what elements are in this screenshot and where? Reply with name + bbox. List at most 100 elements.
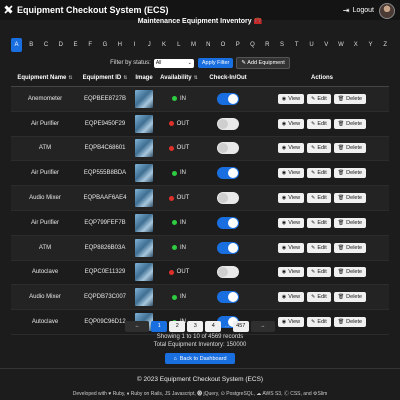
- equipment-thumbnail[interactable]: [135, 238, 153, 257]
- checkinout-toggle[interactable]: [217, 92, 239, 105]
- equipment-table: Equipment Name ⇅ Equipment ID ⇅ Image Avai…: [11, 70, 389, 335]
- checkinout-toggle[interactable]: [217, 142, 239, 155]
- alphabet-letter-o[interactable]: O: [218, 38, 229, 52]
- delete-button[interactable]: 🗑 Delete: [333, 118, 367, 129]
- edit-button[interactable]: ✎ Edit: [307, 93, 331, 104]
- availability-cell: IN: [157, 220, 201, 226]
- checkinout-toggle[interactable]: [217, 167, 239, 180]
- alphabet-letter-g[interactable]: G: [100, 38, 111, 52]
- add-equipment-button[interactable]: ✎ Add Equipment: [236, 57, 290, 69]
- alphabet-letter-m[interactable]: M: [188, 38, 199, 52]
- apply-filter-button[interactable]: Apply Filter: [197, 58, 234, 68]
- checkinout-toggle[interactable]: [217, 241, 239, 254]
- delete-button[interactable]: 🗑 Delete: [333, 292, 367, 303]
- equipment-name: Air Purifier: [30, 219, 59, 226]
- status-dot-icon: [172, 220, 177, 226]
- page-1-button[interactable]: 1: [151, 321, 168, 332]
- alphabet-letter-k[interactable]: K: [159, 38, 170, 52]
- checkinout-toggle[interactable]: [217, 216, 239, 229]
- alphabet-letter-x[interactable]: X: [350, 38, 361, 52]
- equipment-thumbnail[interactable]: [135, 263, 153, 282]
- delete-button[interactable]: 🗑 Delete: [333, 168, 367, 179]
- page-last-button[interactable]: 457: [232, 321, 249, 332]
- prev-page-arrow-icon[interactable]: ←: [125, 321, 150, 332]
- edit-button[interactable]: ✎ Edit: [307, 217, 331, 228]
- view-button[interactable]: ◉ View: [277, 118, 305, 129]
- alphabet-letter-z[interactable]: Z: [380, 38, 391, 52]
- actions-cell: ◉ View ✎ Edit 🗑 Delete: [255, 93, 389, 104]
- view-label: View: [288, 244, 301, 251]
- checkinout-toggle[interactable]: [217, 266, 239, 279]
- alphabet-letter-e[interactable]: E: [70, 38, 81, 52]
- brand[interactable]: Equipment Checkout System (ECS): [0, 5, 169, 15]
- equipment-thumbnail[interactable]: [135, 114, 153, 133]
- edit-button[interactable]: ✎ Edit: [307, 267, 331, 278]
- view-button[interactable]: ◉ View: [277, 143, 305, 154]
- col-name-header[interactable]: Equipment Name ⇅: [11, 75, 79, 81]
- alphabet-letter-f[interactable]: F: [85, 38, 96, 52]
- alphabet-letter-v[interactable]: V: [321, 38, 332, 52]
- alphabet-letter-s[interactable]: S: [277, 38, 288, 52]
- view-button[interactable]: ◉ View: [277, 193, 305, 204]
- page-2-button[interactable]: 2: [169, 321, 186, 332]
- alphabet-letter-r[interactable]: R: [262, 38, 273, 52]
- alphabet-letter-y[interactable]: Y: [365, 38, 376, 52]
- delete-button[interactable]: 🗑 Delete: [333, 93, 367, 104]
- delete-button[interactable]: 🗑 Delete: [333, 242, 367, 253]
- view-button[interactable]: ◉ View: [277, 267, 305, 278]
- checkinout-toggle[interactable]: [217, 291, 239, 304]
- delete-button[interactable]: 🗑 Delete: [333, 267, 367, 278]
- edit-button[interactable]: ✎ Edit: [307, 118, 331, 129]
- checkinout-cell: [201, 92, 255, 105]
- alphabet-letter-p[interactable]: P: [232, 38, 243, 52]
- alphabet-letter-j[interactable]: J: [144, 38, 155, 52]
- trash-icon: 🗑: [337, 145, 345, 152]
- alphabet-letter-q[interactable]: Q: [247, 38, 258, 52]
- equipment-thumbnail[interactable]: [135, 189, 153, 208]
- edit-button[interactable]: ✎ Edit: [307, 292, 331, 303]
- equipment-thumbnail[interactable]: [135, 213, 153, 232]
- view-button[interactable]: ◉ View: [277, 242, 305, 253]
- alphabet-letter-t[interactable]: T: [291, 38, 302, 52]
- equipment-thumbnail[interactable]: [135, 288, 153, 307]
- delete-button[interactable]: 🗑 Delete: [333, 143, 367, 154]
- delete-button[interactable]: 🗑 Delete: [333, 217, 367, 228]
- alphabet-letter-d[interactable]: D: [55, 38, 66, 52]
- equipment-name: Autoclave: [31, 269, 59, 276]
- col-id-header[interactable]: Equipment ID ⇅: [79, 75, 131, 81]
- equipment-thumbnail[interactable]: [135, 89, 153, 108]
- back-to-dashboard-button[interactable]: ⌂ Back to Dashboard: [165, 353, 235, 364]
- col-availability-header[interactable]: Availability ⇅: [157, 75, 201, 81]
- alphabet-letter-u[interactable]: U: [306, 38, 317, 52]
- edit-button[interactable]: ✎ Edit: [307, 143, 331, 154]
- status-select[interactable]: All ⌄: [153, 58, 194, 68]
- edit-button[interactable]: ✎ Edit: [307, 193, 331, 204]
- equipment-thumbnail[interactable]: [135, 164, 153, 183]
- edit-button[interactable]: ✎ Edit: [307, 168, 331, 179]
- page-3-button[interactable]: 3: [187, 321, 204, 332]
- alphabet-letter-l[interactable]: L: [173, 38, 184, 52]
- alphabet-letter-w[interactable]: W: [336, 38, 347, 52]
- edit-button[interactable]: ✎ Edit: [307, 242, 331, 253]
- view-button[interactable]: ◉ View: [277, 168, 305, 179]
- page-4-button[interactable]: 4: [205, 321, 222, 332]
- view-button[interactable]: ◉ View: [277, 217, 305, 228]
- alphabet-letter-n[interactable]: N: [203, 38, 214, 52]
- equipment-id: EQPBEE8727B: [83, 95, 127, 102]
- alphabet-letter-h[interactable]: H: [114, 38, 125, 52]
- actions-cell: ◉ View ✎ Edit 🗑 Delete: [255, 168, 389, 179]
- alphabet-letter-c[interactable]: C: [41, 38, 52, 52]
- view-button[interactable]: ◉ View: [277, 292, 305, 303]
- alphabet-letter-a[interactable]: A: [11, 38, 22, 52]
- next-page-arrow-icon[interactable]: →: [250, 321, 275, 332]
- alphabet-letter-b[interactable]: B: [26, 38, 37, 52]
- view-button[interactable]: ◉ View: [277, 93, 305, 104]
- status-text: IN: [180, 170, 186, 177]
- equipment-name: Air Purifier: [30, 170, 59, 177]
- equipment-thumbnail[interactable]: [135, 139, 153, 158]
- checkinout-toggle[interactable]: [217, 117, 239, 130]
- checkinout-cell: [201, 192, 255, 205]
- checkinout-toggle[interactable]: [217, 192, 239, 205]
- alphabet-letter-i[interactable]: I: [129, 38, 140, 52]
- delete-button[interactable]: 🗑 Delete: [333, 193, 367, 204]
